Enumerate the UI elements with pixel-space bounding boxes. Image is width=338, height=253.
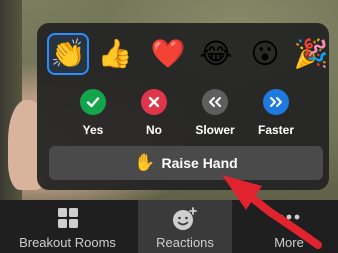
double-chevron-right-icon bbox=[263, 89, 289, 115]
raise-hand-button[interactable]: ✋ Raise Hand bbox=[49, 146, 323, 180]
slower-label: Slower bbox=[195, 123, 235, 137]
faster-label: Faster bbox=[257, 123, 295, 137]
reactions-button[interactable]: Reactions bbox=[138, 200, 232, 253]
raised-hand-icon: ✋ bbox=[134, 153, 156, 173]
breakout-rooms-button[interactable]: Breakout Rooms bbox=[0, 200, 135, 253]
x-icon bbox=[141, 89, 167, 115]
yes-button[interactable]: Yes bbox=[65, 89, 121, 137]
no-label: No bbox=[146, 123, 162, 137]
double-chevron-left-icon bbox=[202, 89, 228, 115]
check-icon bbox=[80, 89, 106, 115]
party-popper-emoji[interactable]: 🎉 bbox=[290, 33, 332, 75]
raise-hand-label: Raise Hand bbox=[161, 155, 238, 171]
yes-label: Yes bbox=[82, 123, 104, 137]
thumbs-up-emoji[interactable]: 👍 bbox=[94, 33, 136, 75]
tears-of-joy-emoji[interactable]: 😂 bbox=[195, 33, 237, 75]
meeting-toolbar: Breakout Rooms Reactions More bbox=[0, 200, 338, 253]
faster-button[interactable]: Faster bbox=[248, 89, 304, 137]
breakout-rooms-label: Breakout Rooms bbox=[19, 235, 116, 250]
reactions-popup: 👏 👍 ❤️ 😂 😮 🎉 Yes No Slower Faster ✋ Rais… bbox=[37, 23, 329, 190]
open-mouth-emoji[interactable]: 😮 bbox=[244, 33, 286, 75]
more-label: More bbox=[274, 235, 304, 250]
red-heart-emoji[interactable]: ❤️ bbox=[147, 33, 189, 75]
slower-button[interactable]: Slower bbox=[187, 89, 243, 137]
ellipsis-icon bbox=[276, 207, 302, 230]
emoji-row: 👏 👍 ❤️ 😂 😮 🎉 bbox=[45, 33, 328, 79]
smiley-plus-icon bbox=[172, 207, 198, 234]
clapping-hands-emoji[interactable]: 👏 bbox=[47, 33, 89, 75]
reactions-label: Reactions bbox=[156, 235, 214, 250]
grid-icon bbox=[57, 207, 79, 232]
more-button[interactable]: More bbox=[240, 200, 338, 253]
no-button[interactable]: No bbox=[126, 89, 182, 137]
